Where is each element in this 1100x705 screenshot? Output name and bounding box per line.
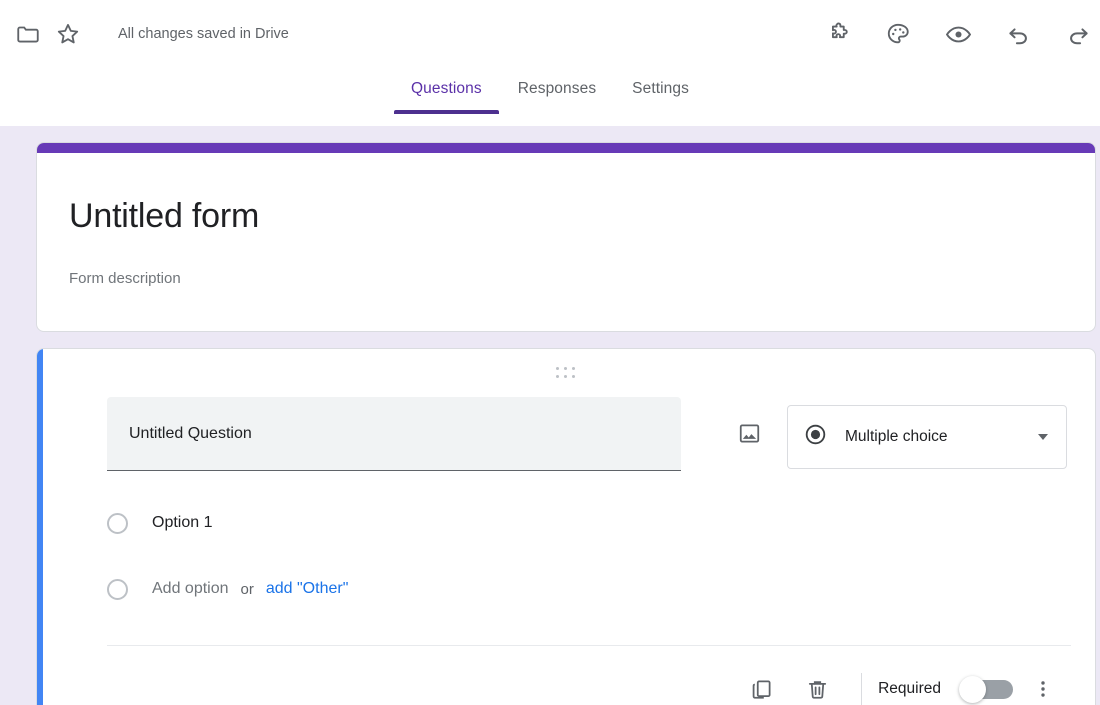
form-description[interactable]: Form description: [69, 270, 1095, 287]
form-header-color-stripe: [37, 143, 1095, 153]
form-header-card[interactable]: Untitled form Form description: [36, 142, 1096, 332]
required-label: Required: [878, 680, 941, 698]
folder-icon[interactable]: [8, 14, 48, 54]
palette-icon[interactable]: [878, 14, 918, 54]
tab-questions-label: Questions: [411, 80, 482, 97]
add-option-button[interactable]: Add option: [152, 580, 229, 598]
redo-arrow-icon[interactable]: [1058, 14, 1098, 54]
add-option-separator: or: [241, 581, 254, 598]
form-canvas: Untitled form Form description Untitled …: [0, 126, 1100, 705]
question-title-input[interactable]: Untitled Question: [107, 397, 681, 471]
question-type-label: Multiple choice: [845, 428, 1038, 446]
tab-questions[interactable]: Questions: [393, 68, 500, 114]
form-title[interactable]: Untitled form: [69, 197, 1095, 236]
puzzle-piece-icon[interactable]: [818, 14, 858, 54]
toggle-knob: [959, 676, 986, 703]
top-bar-actions: [808, 0, 1100, 68]
tab-responses-label: Responses: [518, 80, 596, 97]
question-type-dropdown[interactable]: Multiple choice: [787, 405, 1067, 469]
answer-options-list: Option 1 Add option or add "Other": [107, 507, 348, 639]
save-status-text: All changes saved in Drive: [118, 26, 289, 42]
tab-settings-label: Settings: [632, 80, 689, 97]
option-label[interactable]: Option 1: [152, 514, 212, 532]
footer-divider: [861, 673, 862, 705]
top-bar-left-group: All changes saved in Drive: [0, 14, 289, 54]
add-other-link[interactable]: add "Other": [266, 580, 349, 598]
question-card[interactable]: Untitled Question Multiple choice: [36, 348, 1096, 705]
top-bar: All changes saved in Drive: [0, 0, 1100, 68]
radio-filled-icon: [804, 423, 827, 451]
question-header-row: Untitled Question Multiple choice: [107, 397, 1067, 471]
insert-image-icon[interactable]: [729, 413, 769, 453]
question-footer-toolbar: Required: [733, 661, 1071, 705]
drag-handle-dots: [556, 367, 577, 380]
add-option-row: Add option or add "Other": [107, 573, 348, 605]
option-row[interactable]: Option 1: [107, 507, 348, 539]
chevron-down-icon: [1038, 434, 1048, 440]
duplicate-icon[interactable]: [741, 669, 781, 705]
trash-icon[interactable]: [797, 669, 837, 705]
undo-arrow-icon[interactable]: [998, 14, 1038, 54]
question-selected-accent-bar: [37, 349, 43, 705]
tab-bar: Questions Responses Settings: [0, 68, 1100, 126]
required-toggle[interactable]: [959, 676, 1015, 702]
tab-responses[interactable]: Responses: [500, 68, 614, 114]
drag-handle-icon[interactable]: [37, 367, 1095, 380]
eye-icon[interactable]: [938, 14, 978, 54]
radio-empty-icon: [107, 513, 128, 534]
radio-empty-icon: [107, 579, 128, 600]
more-vertical-icon[interactable]: [1023, 669, 1063, 705]
star-icon[interactable]: [48, 14, 88, 54]
tab-settings[interactable]: Settings: [614, 68, 707, 114]
question-footer-divider: [107, 645, 1071, 646]
